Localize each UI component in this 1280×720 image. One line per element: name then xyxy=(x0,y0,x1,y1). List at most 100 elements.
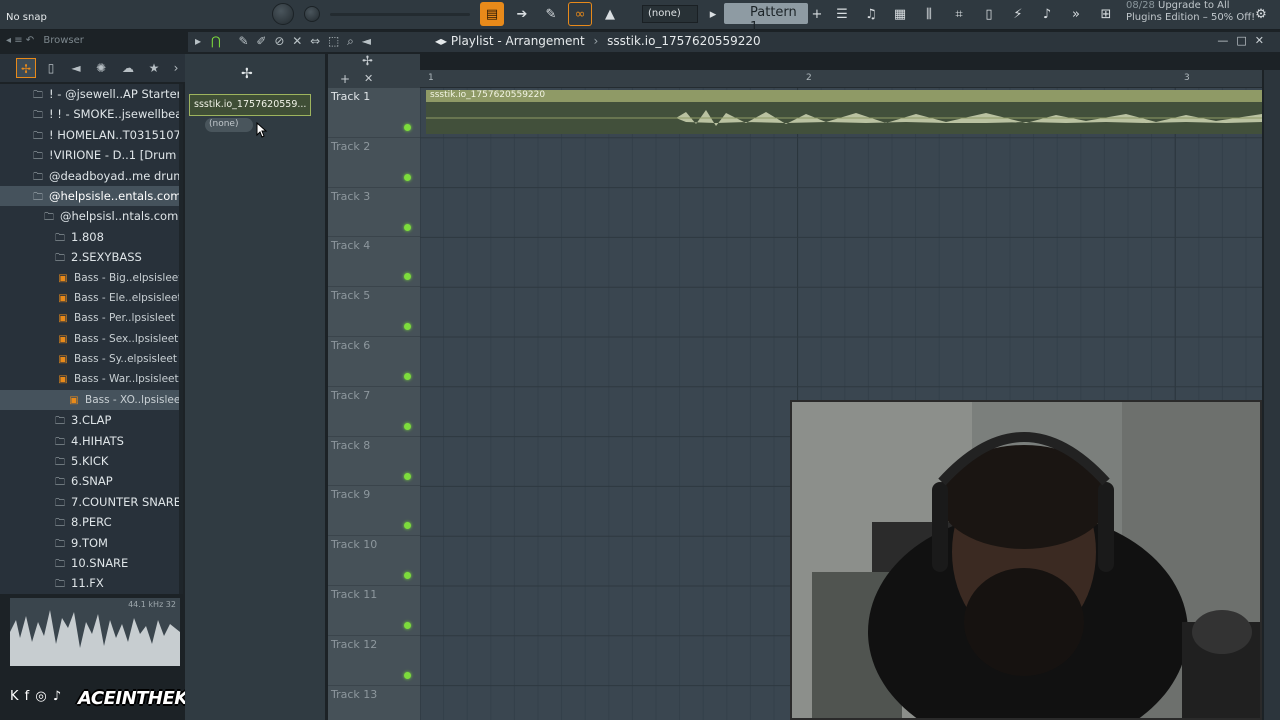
speaker-icon[interactable]: ◄ xyxy=(362,34,371,48)
gear-icon[interactable]: ✺ xyxy=(91,58,111,78)
cart-icon[interactable]: ⊞ xyxy=(1094,2,1118,26)
master-pitch-knob[interactable] xyxy=(304,6,320,22)
plugin-icon[interactable]: ⌗ xyxy=(947,2,971,26)
tempo-icon[interactable]: ♪ xyxy=(1035,2,1059,26)
timeline-ruler[interactable]: 1 2 3 xyxy=(420,70,1262,88)
arrow-right-icon[interactable]: ➔ xyxy=(510,2,534,26)
browser-folder-item[interactable]: 🗀 10.SNARE xyxy=(0,553,180,573)
browser-file-item[interactable]: ▣ Bass - Per..lpsisleet xyxy=(0,308,180,328)
delete-icon[interactable]: ⊘ xyxy=(274,34,284,48)
mixer-icon[interactable]: ⫼ xyxy=(917,2,941,26)
add-track-icon[interactable]: + xyxy=(340,72,350,86)
minimize-icon[interactable]: — xyxy=(1217,34,1236,47)
browser-folder-item[interactable]: 🗀 2.SEXYBASS xyxy=(0,247,180,267)
add-pattern-icon[interactable]: + xyxy=(810,2,824,26)
browser-file-item[interactable]: ▣ Bass - Sy..elpsisleet xyxy=(0,349,180,369)
playlist-vertical-scrollbar[interactable] xyxy=(1264,70,1280,720)
browser-file-item[interactable]: ▣ Bass - War..lpsisleet xyxy=(0,369,180,389)
browser-folder-item[interactable]: 🗀 3.CLAP xyxy=(0,410,180,430)
maximize-icon[interactable]: □ xyxy=(1236,34,1254,47)
browser-folder-item[interactable]: 🗀 ! - @jsewell..AP Starter Kit xyxy=(0,84,180,104)
pattern-selector[interactable]: Pattern 1 xyxy=(724,3,808,35)
zoom-icon[interactable]: ⌕ xyxy=(347,34,354,48)
sample-preview-waveform[interactable]: 44.1 kHz 32 xyxy=(10,598,180,666)
pencil-icon[interactable]: ✎ xyxy=(239,34,249,48)
speaker-icon[interactable]: ◄ xyxy=(66,58,86,78)
play-arrow-icon[interactable]: ▸ xyxy=(195,34,201,48)
slip-icon[interactable]: ⇔ xyxy=(310,34,320,48)
track-mute-led[interactable] xyxy=(404,124,411,131)
track-header[interactable]: Track 8 xyxy=(328,437,420,487)
browser-file-item[interactable]: ▣ Bass - Big..elpsisleet xyxy=(0,268,180,288)
browser-file-icon[interactable]: ▯ xyxy=(41,58,61,78)
track-header[interactable]: Track 13 xyxy=(328,686,420,720)
track-mute-led[interactable] xyxy=(404,273,411,281)
browser-folder-item[interactable]: 🗀 6.SNAP xyxy=(0,471,180,491)
browser-folder-item[interactable]: 🗀 11.FX xyxy=(0,573,180,593)
paint-icon[interactable]: ✐ xyxy=(256,34,266,48)
browser-menu-icon[interactable]: ◂ ≡ ↶ xyxy=(6,35,34,46)
metronome-icon[interactable]: ▲ xyxy=(598,2,622,26)
playlist-chevron-icon[interactable]: ◂▸ xyxy=(435,34,447,48)
star-icon[interactable]: ★ xyxy=(144,58,164,78)
browser-folder-item[interactable]: 🗀 9.TOM xyxy=(0,533,180,553)
track-header[interactable]: Track 9 xyxy=(328,486,420,537)
browser-folder-item[interactable]: 🗀 @deadboyad..me drumkit xyxy=(0,166,180,186)
browser-folder-item[interactable]: 🗀 4.HIHATS xyxy=(0,431,180,451)
track-mute-led[interactable] xyxy=(404,422,411,430)
browser-file-item[interactable]: ▣ Bass - Sex..lpsisleet xyxy=(0,329,180,349)
track-mute-led[interactable] xyxy=(404,522,411,530)
remove-icon[interactable]: ✕ xyxy=(364,72,373,85)
draw-icon[interactable]: ✎ xyxy=(539,2,563,26)
pattern-none-select[interactable]: (none) xyxy=(642,5,698,23)
browser-folder-item[interactable]: 🗀 8.PERC xyxy=(0,512,180,532)
master-slider-track[interactable] xyxy=(330,13,470,16)
picker-clip-item[interactable]: ssstik.io_1757620559... xyxy=(189,94,311,116)
plug-icon[interactable]: ⚡ xyxy=(1006,2,1030,26)
forward-icon[interactable]: » xyxy=(1064,2,1088,26)
track-mute-led[interactable] xyxy=(404,472,411,480)
audio-clip[interactable]: ssstik.io_1757620559220 xyxy=(426,90,1262,134)
browser-folder-item[interactable]: 🗀 1.808 xyxy=(0,227,180,247)
cloud-icon[interactable]: ☁ xyxy=(118,58,138,78)
magnet-icon[interactable]: ⋂ xyxy=(211,34,221,48)
channel-rack-icon[interactable]: ▦ xyxy=(888,2,912,26)
track-header[interactable]: Track 6 xyxy=(328,337,420,387)
piano-roll-icon[interactable]: ♫ xyxy=(859,2,883,26)
browser-folder-item[interactable]: 🗀 ! ! - SMOKE..jsewellbeats xyxy=(0,104,180,124)
browser-folder-item[interactable]: 🗀 @helpsisle..entals.com) xyxy=(0,185,180,207)
select-icon[interactable]: ⬚ xyxy=(328,34,339,48)
track-mute-led[interactable] xyxy=(404,622,411,629)
track-header[interactable]: Track 11 xyxy=(328,586,420,636)
track-header[interactable]: Track 3 xyxy=(328,188,420,238)
zoom-vertical-icon[interactable]: ✢ xyxy=(362,54,373,69)
track-mute-led[interactable] xyxy=(404,671,411,679)
chevron-right-icon[interactable]: › xyxy=(166,58,186,78)
playlist-view-icon[interactable]: ▤ xyxy=(480,2,504,26)
gear-icon[interactable]: ⚙ xyxy=(1252,2,1270,26)
browser-folder-item[interactable]: 🗀 5.KICK xyxy=(0,451,180,471)
browser-icon[interactable]: ▯ xyxy=(977,2,1001,26)
browser-file-item[interactable]: ▣ Bass - XO..lpsisleet xyxy=(0,389,180,411)
picker-none-item[interactable]: (none) xyxy=(205,118,253,132)
track-header[interactable]: Track 4 xyxy=(328,237,420,288)
browser-folder-item[interactable]: 🗀 !VIRIONE - D..1 [Drum Kit] xyxy=(0,145,180,165)
track-mute-led[interactable] xyxy=(404,373,411,380)
browser-folder-item[interactable]: 🗀 @helpsisl..ntals.com) xyxy=(0,206,180,226)
track-header[interactable]: Track 1 xyxy=(328,88,420,138)
upgrade-promo[interactable]: 08/28 Upgrade to All Plugins Edition – 5… xyxy=(1126,0,1256,24)
track-header[interactable]: Track 12 xyxy=(328,636,420,686)
mute-icon[interactable]: ✕ xyxy=(292,34,302,48)
master-volume-knob[interactable] xyxy=(272,3,294,25)
playlist-icon[interactable]: ☰ xyxy=(830,2,854,26)
track-mute-led[interactable] xyxy=(404,572,411,580)
picker-mode-icon[interactable]: ✢ xyxy=(241,66,253,82)
track-mute-led[interactable] xyxy=(404,173,411,181)
track-header[interactable]: Track 5 xyxy=(328,287,420,337)
browser-scrollbar[interactable] xyxy=(179,84,183,594)
track-header[interactable]: Track 10 xyxy=(328,536,420,586)
browser-all-icon[interactable]: ✢ xyxy=(16,58,36,78)
track-header[interactable]: Track 2 xyxy=(328,138,420,188)
track-mute-led[interactable] xyxy=(404,223,411,231)
track-mute-led[interactable] xyxy=(404,323,411,331)
